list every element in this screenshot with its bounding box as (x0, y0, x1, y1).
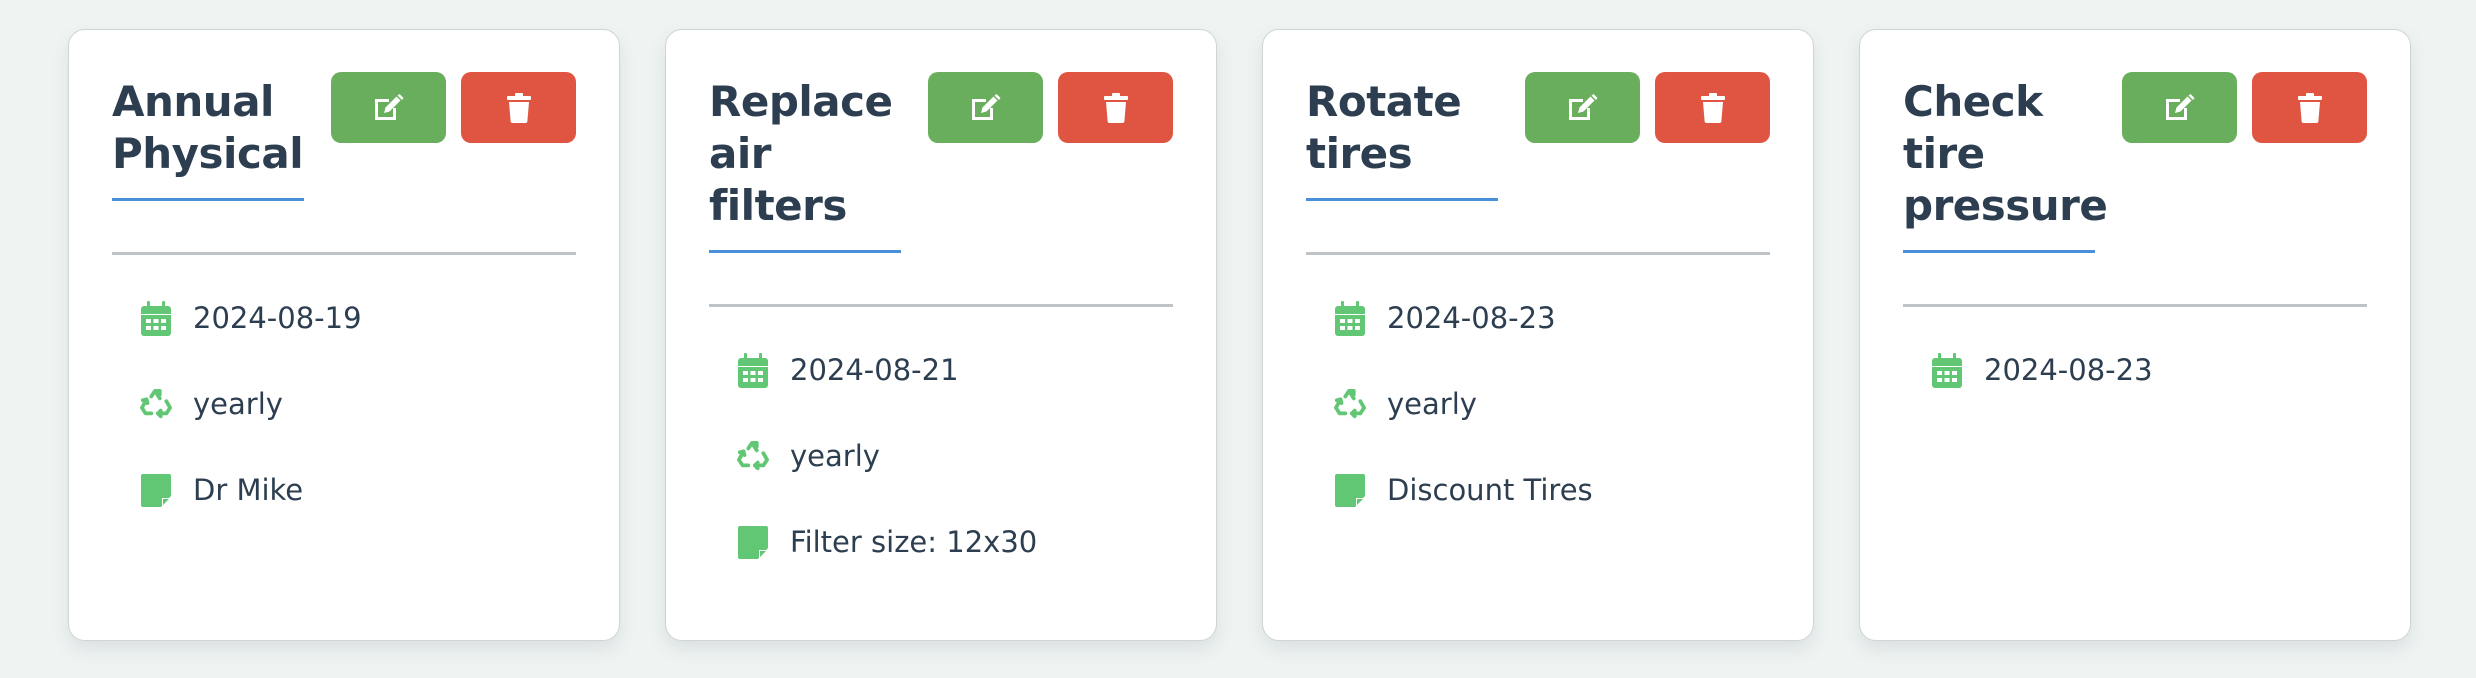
edit-icon (374, 94, 404, 121)
recurrence-row: yearly (737, 436, 1173, 476)
calendar-icon (1334, 300, 1366, 336)
date-row: 2024-08-21 (737, 350, 1173, 390)
trash-icon (1700, 92, 1725, 123)
title-underline (709, 250, 901, 253)
task-title: Replace air filters (709, 77, 893, 230)
title-block: Annual Physical (112, 72, 304, 201)
delete-button[interactable] (1655, 72, 1770, 143)
task-note: Filter size: 12x30 (790, 525, 1038, 559)
edit-icon (971, 94, 1001, 121)
card-actions (1525, 72, 1770, 143)
edit-icon (2165, 94, 2195, 121)
trash-icon (2297, 92, 2322, 123)
edit-button[interactable] (331, 72, 446, 143)
card-actions (928, 72, 1173, 143)
trash-icon (506, 92, 531, 123)
card-actions (331, 72, 576, 143)
task-date: 2024-08-23 (1984, 353, 2153, 387)
task-date: 2024-08-21 (790, 353, 959, 387)
card-header: Replace air filters (709, 30, 1173, 253)
task-note: Dr Mike (193, 473, 304, 507)
task-details: 2024-08-19 yearly Dr Mike (112, 255, 576, 510)
sticky-note-icon (140, 472, 172, 508)
edit-button[interactable] (1525, 72, 1640, 143)
date-row: 2024-08-23 (1931, 350, 2367, 390)
date-row: 2024-08-23 (1334, 298, 1770, 338)
task-date: 2024-08-19 (193, 301, 362, 335)
task-details: 2024-08-23 yearly Discount Tires (1306, 255, 1770, 510)
task-title: Check tire pressure (1903, 77, 2108, 230)
title-underline (1306, 198, 1498, 201)
task-details: 2024-08-23 (1903, 307, 2367, 390)
title-underline (112, 198, 304, 201)
edit-icon (1568, 94, 1598, 121)
calendar-icon (737, 352, 769, 388)
title-underline (1903, 250, 2095, 253)
recycle-icon (737, 438, 769, 474)
recycle-icon (1334, 386, 1366, 422)
title-block: Replace air filters (709, 72, 901, 253)
card-header: Annual Physical (112, 30, 576, 201)
card-header: Rotate tires (1306, 30, 1770, 201)
task-title: Annual Physical (112, 77, 304, 178)
recurrence-row: yearly (1334, 384, 1770, 424)
trash-icon (1103, 92, 1128, 123)
task-card: Check tire pressure 2024-08-23 (1859, 29, 2411, 641)
title-block: Rotate tires (1306, 72, 1498, 201)
card-actions (2122, 72, 2367, 143)
edit-button[interactable] (2122, 72, 2237, 143)
task-card: Rotate tires 2024-08-23 yearly Discount Tir… (1262, 29, 1814, 641)
delete-button[interactable] (461, 72, 576, 143)
task-note: Discount Tires (1387, 473, 1593, 507)
calendar-icon (140, 300, 172, 336)
task-card-grid: Annual Physical 2024-08-19 yearly Dr Mike Re… (68, 29, 2411, 641)
delete-button[interactable] (2252, 72, 2367, 143)
title-block: Check tire pressure (1903, 72, 2108, 253)
task-details: 2024-08-21 yearly Filter size: 12x30 (709, 307, 1173, 562)
recycle-icon (140, 386, 172, 422)
sticky-note-icon (1334, 472, 1366, 508)
task-date: 2024-08-23 (1387, 301, 1556, 335)
edit-button[interactable] (928, 72, 1043, 143)
task-title: Rotate tires (1306, 77, 1462, 178)
task-card: Annual Physical 2024-08-19 yearly Dr Mike (68, 29, 620, 641)
card-header: Check tire pressure (1903, 30, 2367, 253)
date-row: 2024-08-19 (140, 298, 576, 338)
delete-button[interactable] (1058, 72, 1173, 143)
sticky-note-icon (737, 524, 769, 560)
task-card: Replace air filters 2024-08-21 yearly Filte… (665, 29, 1217, 641)
calendar-icon (1931, 352, 1963, 388)
task-recurrence: yearly (193, 387, 283, 421)
task-recurrence: yearly (1387, 387, 1477, 421)
task-recurrence: yearly (790, 439, 880, 473)
recurrence-row: yearly (140, 384, 576, 424)
note-row: Dr Mike (140, 470, 576, 510)
note-row: Filter size: 12x30 (737, 522, 1173, 562)
note-row: Discount Tires (1334, 470, 1770, 510)
